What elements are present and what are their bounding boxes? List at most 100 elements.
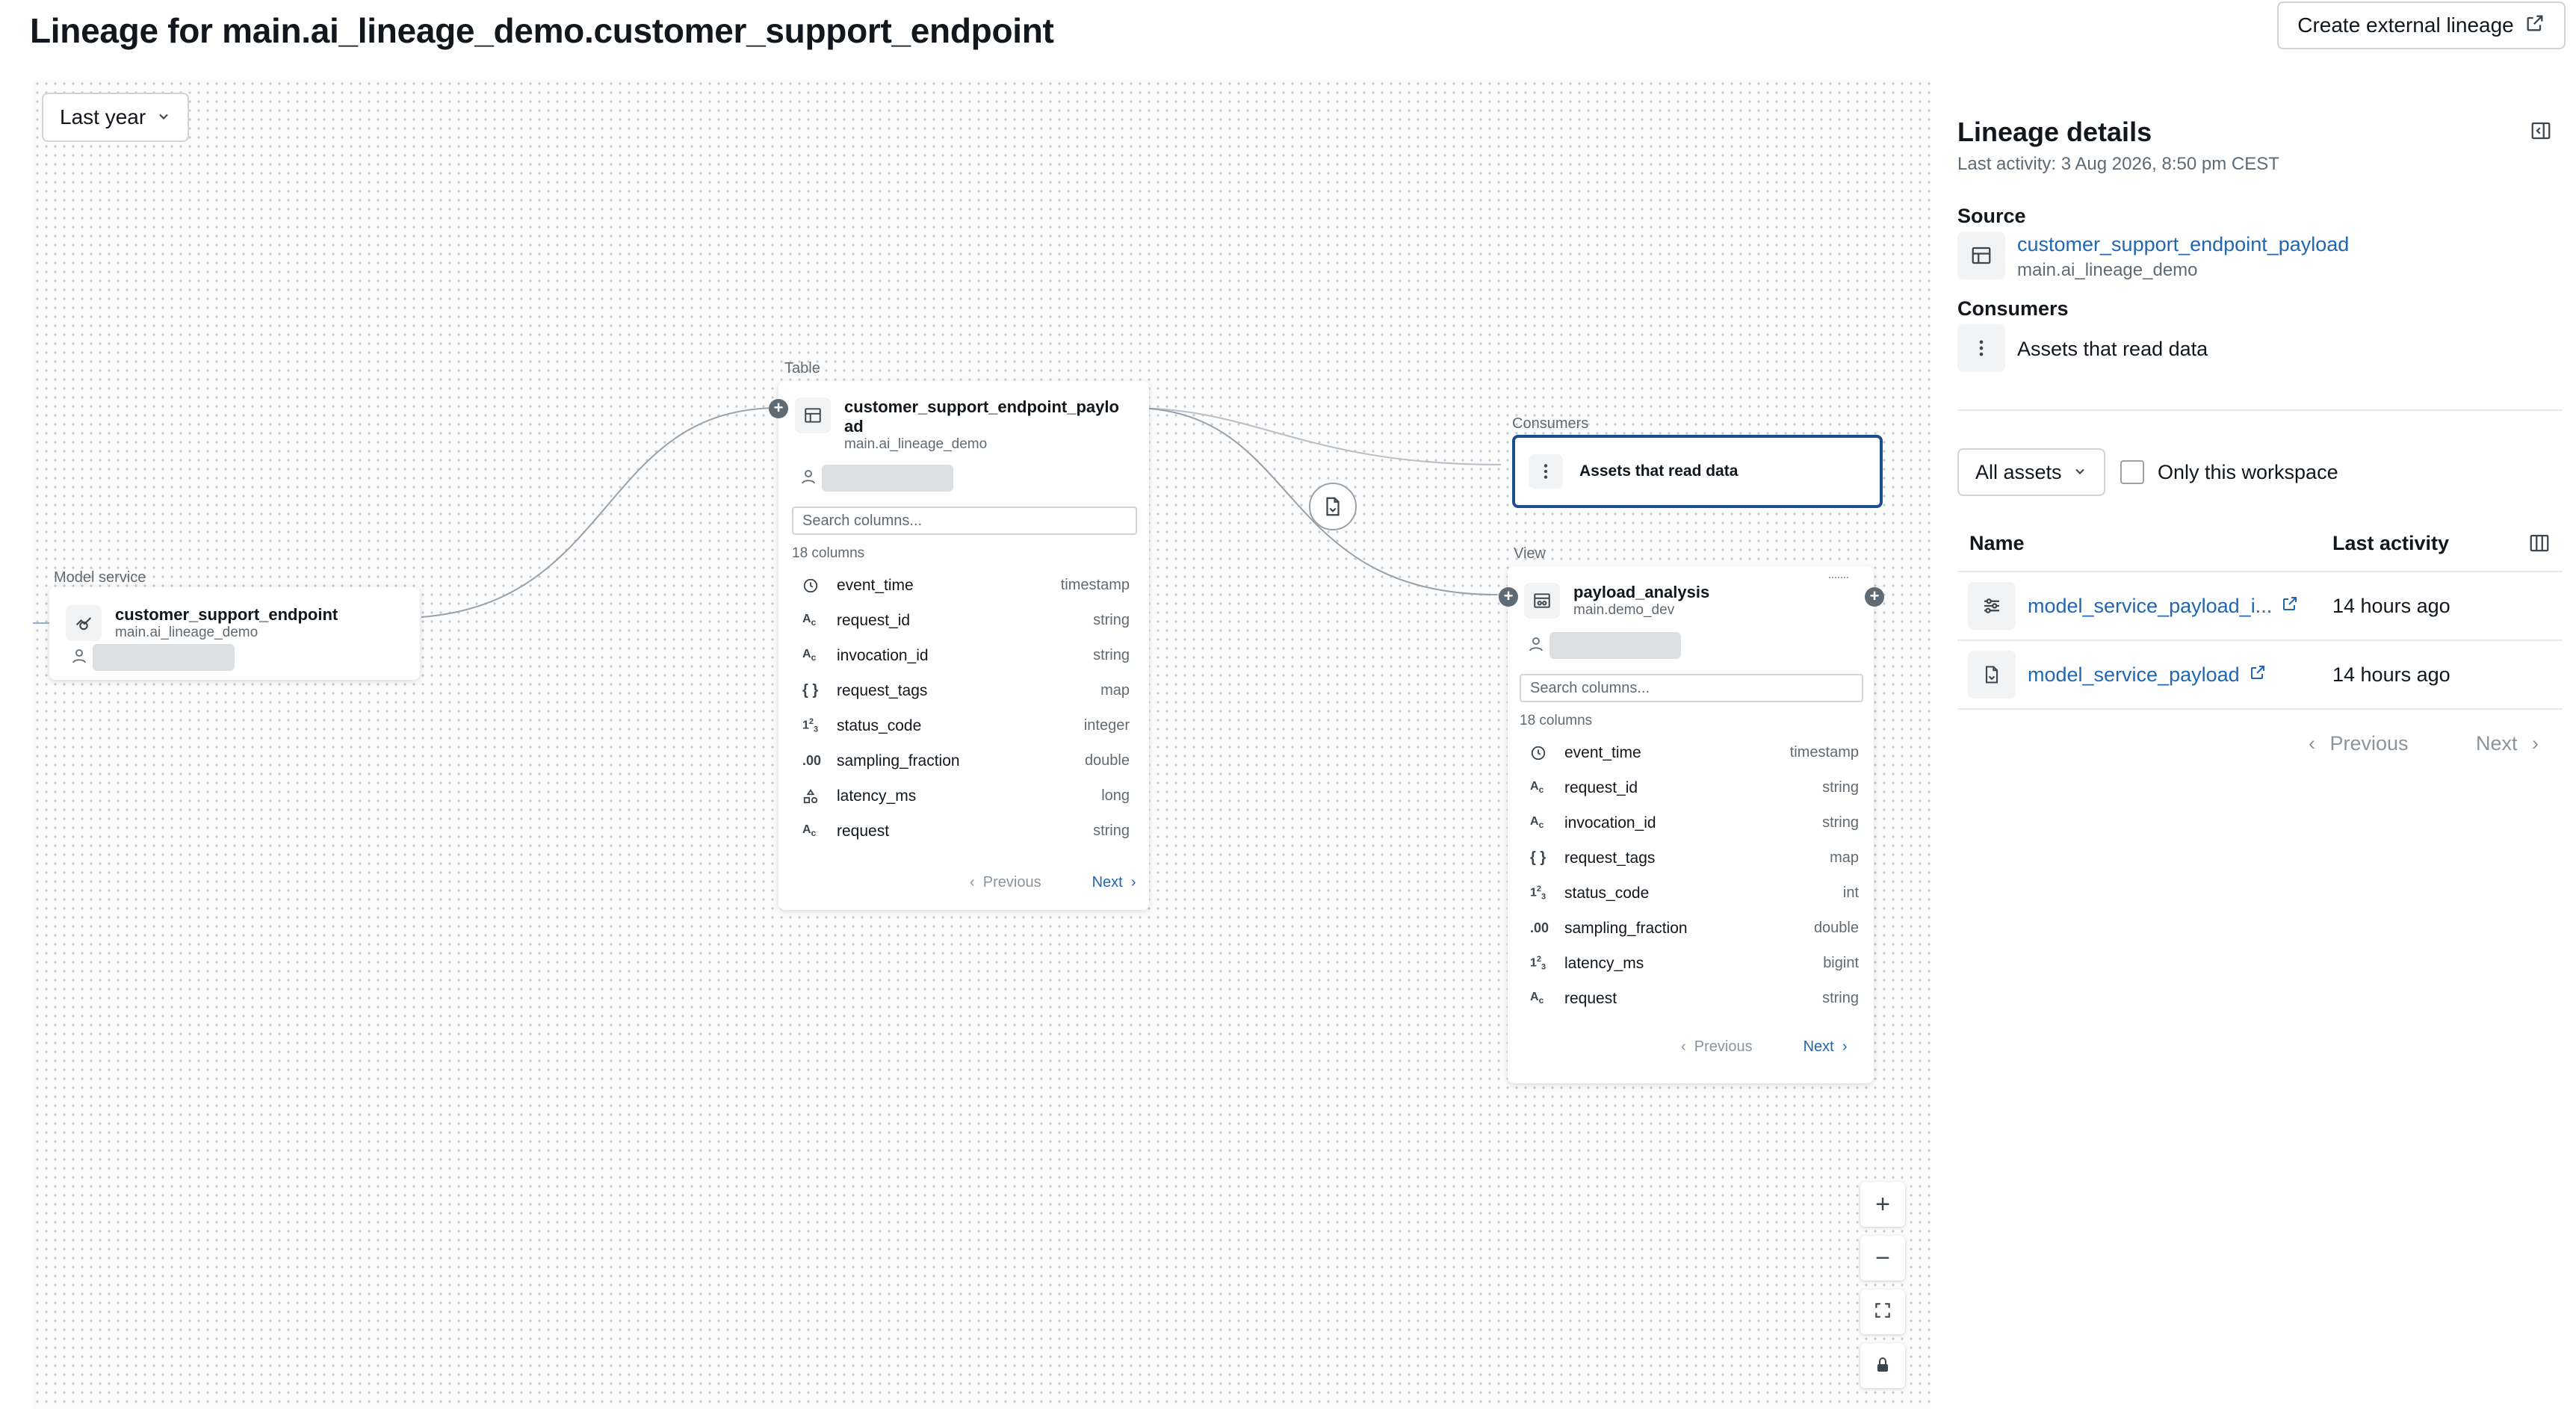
external-link-icon[interactable] (2249, 663, 2267, 687)
asset-activity: 14 hours ago (2332, 663, 2450, 686)
user-icon (70, 647, 88, 669)
consumers-node[interactable]: Assets that read data (1512, 435, 1883, 508)
view-icon (1524, 583, 1560, 619)
view-node[interactable]: payload_analysis main.demo_dev Search co… (1508, 566, 1874, 1083)
columns-icon[interactable] (2528, 532, 2551, 558)
view-prev-button[interactable]: ‹ Previous (1681, 1038, 1753, 1056)
fit-view-button[interactable] (1860, 1289, 1905, 1334)
string-icon: Ac (802, 823, 817, 839)
user-icon (1527, 635, 1545, 657)
column-row[interactable]: Ac invocation_id string (1526, 805, 1859, 840)
column-type: map (1100, 682, 1130, 699)
table-icon (795, 397, 831, 433)
model-node-name: customer_support_endpoint (115, 605, 338, 624)
column-name: request (837, 822, 890, 840)
drag-handle-icon[interactable] (1829, 577, 1848, 578)
column-row[interactable]: Ac request string (1526, 981, 1859, 1016)
view-node-type: View (1514, 545, 1546, 562)
integer-icon: 123 (1530, 885, 1546, 902)
asset-filter-dropdown[interactable]: All assets (1957, 448, 2105, 496)
create-external-lineage-button[interactable]: Create external lineage (2277, 1, 2566, 49)
column-type: double (1084, 752, 1130, 769)
shapes-icon (798, 788, 837, 805)
column-row[interactable]: .00 sampling_fraction double (1526, 911, 1859, 946)
details-next-button[interactable]: Next › (2476, 732, 2539, 755)
column-row[interactable]: 123 status_code int (1526, 876, 1859, 911)
lock-button[interactable] (1860, 1343, 1905, 1388)
fit-view-icon (1873, 1298, 1892, 1327)
table-column-count: 18 columns (792, 545, 865, 561)
source-schema: main.ai_lineage_demo (2017, 260, 2198, 280)
column-row[interactable]: 123 latency_ms bigint (1526, 946, 1859, 981)
user-icon (799, 468, 817, 489)
column-row[interactable]: Ac request string (798, 814, 1130, 849)
column-name: invocation_id (1564, 814, 1656, 832)
column-type: int (1842, 885, 1859, 901)
asset-link[interactable]: model_service_payload_i... (2028, 595, 2272, 618)
decimal-icon: .00 (1530, 920, 1549, 935)
more-vertical-icon (1529, 454, 1563, 489)
checkbox-box[interactable] (2120, 460, 2144, 484)
column-row[interactable]: 123 status_code integer (798, 708, 1130, 743)
external-link-icon[interactable] (2281, 595, 2299, 618)
column-row[interactable]: { } request_tags map (1526, 840, 1859, 876)
expand-view-upstream-button[interactable]: + (1499, 587, 1518, 607)
column-type: double (1813, 920, 1859, 936)
view-column-search-input[interactable]: Search columns... (1520, 674, 1863, 702)
column-type: string (1093, 647, 1130, 663)
column-row[interactable]: Ac invocation_id string (798, 638, 1130, 673)
column-type: integer (1083, 717, 1130, 734)
column-row[interactable]: { } request_tags map (798, 673, 1130, 708)
chevron-down-icon (2072, 461, 2087, 484)
table-pager: ‹ Previous Next › (970, 874, 1136, 891)
zoom-out-button[interactable]: − (1860, 1236, 1905, 1281)
column-row[interactable]: .00 sampling_fraction double (798, 743, 1130, 778)
column-name: status_code (1564, 884, 1650, 902)
table-node-type: Table (784, 360, 820, 377)
table-node[interactable]: customer_support_endpoint_paylo ad main.… (778, 381, 1149, 910)
activity-column-header[interactable]: Last activity (2332, 532, 2449, 555)
table-column-search-input[interactable]: Search columns... (792, 507, 1137, 535)
column-name: invocation_id (837, 646, 929, 664)
checkbox-label: Only this workspace (2158, 460, 2338, 483)
source-link[interactable]: customer_support_endpoint_payload (2017, 233, 2349, 256)
zoom-in-button[interactable]: + (1860, 1182, 1905, 1227)
table-next-button[interactable]: Next › (1092, 874, 1136, 891)
details-title: Lineage details (1957, 117, 2152, 147)
model-node-schema: main.ai_lineage_demo (115, 625, 258, 640)
details-prev-button[interactable]: ‹ Previous (2309, 732, 2409, 755)
owner-redacted (1549, 632, 1681, 659)
decimal-icon: .00 (802, 753, 822, 768)
view-node-schema: main.demo_dev (1573, 602, 1675, 618)
column-row[interactable]: event_time timestamp (1526, 735, 1859, 770)
string-icon: Ac (802, 648, 817, 663)
collapse-panel-icon[interactable] (2530, 120, 2552, 146)
query-file-icon[interactable] (1309, 483, 1357, 530)
table-row[interactable]: model_service_payload_i... 14 hours ago (1957, 572, 2563, 641)
asset-activity: 14 hours ago (2332, 594, 2450, 617)
clock-icon (798, 577, 837, 594)
view-next-button[interactable]: Next › (1803, 1038, 1848, 1056)
expand-view-downstream-button[interactable]: + (1865, 587, 1884, 607)
table-prev-button[interactable]: ‹ Previous (970, 874, 1041, 891)
source-label: Source (1957, 205, 2026, 227)
column-row[interactable]: latency_ms long (798, 778, 1130, 814)
more-vertical-icon (1957, 324, 2005, 372)
column-row[interactable]: Ac request_id string (798, 603, 1130, 638)
asset-link[interactable]: model_service_payload (2028, 663, 2240, 687)
view-node-name: payload_analysis (1573, 583, 1710, 601)
integer-icon: 123 (802, 717, 819, 734)
only-this-workspace-checkbox[interactable]: Only this workspace (2120, 460, 2338, 484)
column-name: request_id (1564, 778, 1638, 796)
column-name: sampling_fraction (837, 752, 960, 769)
name-column-header[interactable]: Name (1969, 532, 2025, 555)
column-name: request (1564, 989, 1617, 1007)
column-row[interactable]: event_time timestamp (798, 568, 1130, 603)
table-row[interactable]: model_service_payload 14 hours ago (1957, 641, 2563, 710)
consumers-text: Assets that read data (2017, 338, 2208, 360)
column-row[interactable]: Ac request_id string (1526, 770, 1859, 805)
expand-upstream-button[interactable]: + (769, 399, 788, 418)
lineage-canvas[interactable]: Last year Model service customer_support… (33, 79, 1931, 1409)
model-service-node[interactable]: customer_support_endpoint main.ai_lineag… (49, 587, 420, 680)
string-icon: Ac (1530, 991, 1544, 1006)
